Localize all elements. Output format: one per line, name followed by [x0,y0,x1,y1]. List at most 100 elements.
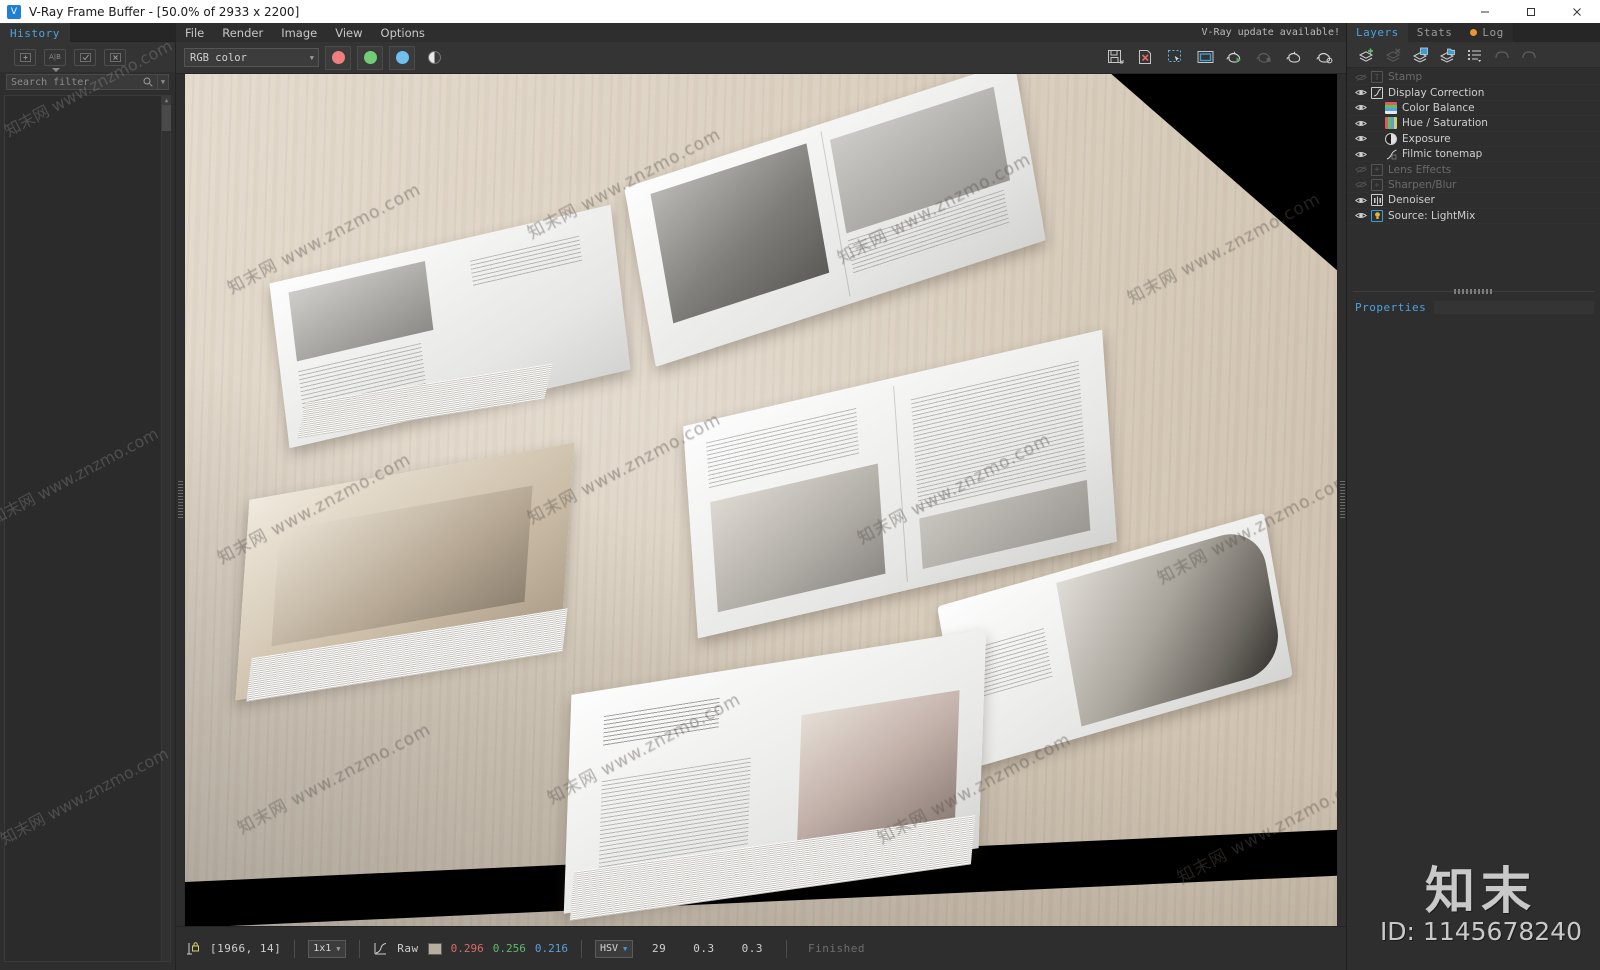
add-history-item-icon[interactable] [14,48,36,66]
layer-visibility-toggle-icon[interactable] [1351,103,1371,112]
alpha-channel-button[interactable] [421,46,447,70]
chevron-down-icon[interactable]: ▼ [623,945,627,953]
green-channel-button[interactable] [357,45,383,70]
search-input-wrap[interactable] [6,74,158,90]
tonemap-curve-icon [1385,148,1397,160]
menu-render[interactable]: Render [213,23,272,42]
divider [359,939,361,958]
tab-properties[interactable]: Properties [1347,299,1435,316]
history-scrollbar[interactable]: ▲ [161,96,171,961]
image-toolbar: RGB color ▼ [176,42,1346,74]
right-panel-tabstrip: Layers Stats Log [1347,23,1600,42]
status-bar: [1966, 14] 1x1 ▼ Raw 0.296 0.256 0.216 H… [176,926,1346,970]
layer-presets-button[interactable] [1465,46,1485,64]
search-input[interactable] [11,76,139,88]
render-canvas[interactable]: 知末网 www.znzmo.com 知末网 www.znzmo.com 知末网 … [185,74,1337,926]
layer-name: Source: LightMix [1388,209,1476,222]
menu-options[interactable]: Options [372,23,434,42]
history-list[interactable]: ▲ [4,95,171,962]
red-channel-button[interactable] [325,45,351,70]
layer-row[interactable]: T Stamp [1347,70,1600,86]
delete-layer-button[interactable] [1384,46,1404,64]
vray-logo-icon: V [7,4,21,19]
layer-visibility-toggle-icon[interactable] [1351,134,1371,143]
tab-stats[interactable]: Stats [1407,23,1462,42]
scroll-up-icon[interactable]: ▲ [162,96,171,105]
layer-visibility-toggle-icon[interactable] [1351,88,1371,97]
viewport-left-splitter[interactable] [176,74,184,926]
render-status: Finished [807,942,865,955]
menu-file[interactable]: File [176,23,213,42]
hsv-value-value: 0.3 [741,942,763,955]
close-button[interactable] [1554,0,1600,23]
color-space-select[interactable]: HSV ▼ [594,939,633,958]
load-layers-button[interactable] [1438,46,1458,64]
search-options-caret-icon[interactable]: ▼ [158,74,169,90]
layer-row[interactable]: Exposure [1347,132,1600,147]
curve-icon [1371,86,1383,99]
history-delete-icon[interactable] [104,48,126,66]
layer-row[interactable]: + Lens Effects [1347,162,1600,178]
pixel-red-value: 0.296 [450,942,484,955]
layer-row[interactable]: Hue / Saturation [1347,116,1600,132]
viewport-right-splitter[interactable] [1338,74,1346,926]
menu-image[interactable]: Image [272,23,326,42]
render-settings-button[interactable] [1313,46,1338,70]
properties-body[interactable] [1347,316,1600,970]
render-window-button[interactable] [1193,46,1218,70]
maximize-button[interactable] [1508,0,1554,23]
layer-row[interactable]: Color Balance [1347,101,1600,117]
layer-row[interactable]: Display Correction [1347,85,1600,101]
color-pick-lock-icon[interactable] [186,941,201,957]
clear-image-button[interactable] [1133,46,1158,70]
pixel-green-value: 0.256 [492,942,526,955]
layer-list[interactable]: T Stamp Display Correction Color Balance [1347,68,1600,224]
image-viewport[interactable]: 知末网 www.znzmo.com 知末网 www.znzmo.com 知末网 … [176,74,1346,926]
layer-visibility-toggle-icon[interactable] [1351,150,1371,159]
layer-visibility-toggle-icon[interactable] [1351,165,1371,174]
compare-ab-icon[interactable]: A|B [44,48,66,72]
blue-channel-button[interactable] [389,45,415,70]
undo-button[interactable] [1492,46,1512,64]
history-check-icon[interactable] [74,48,96,66]
chevron-down-icon[interactable]: ▼ [310,54,314,62]
tabstrip-filler [1512,23,1600,42]
color-swatch[interactable] [427,942,442,955]
tab-layers[interactable]: Layers [1347,23,1408,42]
properties-splitter[interactable] [1353,285,1594,297]
stop-render-button[interactable] [1253,46,1278,70]
layer-row[interactable]: Filmic tonemap [1347,147,1600,163]
update-notice[interactable]: V-Ray update available! [1202,27,1346,38]
layer-row[interactable]: ✛ Sharpen/Blur [1347,178,1600,194]
save-layers-button[interactable] [1411,46,1431,64]
scroll-thumb[interactable] [162,105,171,131]
tab-log[interactable]: Log [1461,23,1513,42]
render-last-button[interactable] [1283,46,1308,70]
layer-visibility-toggle-icon[interactable] [1351,180,1371,189]
redo-button[interactable] [1519,46,1539,64]
save-image-button[interactable] [1103,46,1128,70]
menu-view[interactable]: View [326,23,371,42]
channel-select[interactable]: RGB color ▼ [184,48,319,67]
search-icon[interactable] [143,77,153,87]
history-toolbar: A|B [0,42,175,72]
layer-visibility-toggle-icon[interactable] [1351,196,1371,205]
layer-visibility-toggle-icon[interactable] [1351,119,1371,128]
history-panel: History A|B ▼ [0,23,176,970]
tab-history[interactable]: History [0,23,70,42]
layer-visibility-toggle-icon[interactable] [1351,211,1371,220]
channel-prefix: RGB [190,51,209,64]
layer-visibility-toggle-icon[interactable] [1351,73,1371,82]
layer-row[interactable]: Denoiser [1347,193,1600,209]
region-render-button[interactable] [1163,46,1188,70]
splitter-grip-icon [1453,288,1494,294]
hsv-hue-value: 29 [651,942,667,955]
color-space-value: HSV [599,943,619,954]
layer-row[interactable]: Source: LightMix [1347,209,1600,224]
start-render-button[interactable] [1223,46,1248,70]
sample-size-select[interactable]: 1x1 ▼ [308,939,347,958]
chevron-down-icon[interactable]: ▼ [336,945,340,953]
minimize-button[interactable] [1462,0,1508,23]
add-layer-button[interactable] [1357,46,1377,64]
curve-icon[interactable] [373,941,388,957]
